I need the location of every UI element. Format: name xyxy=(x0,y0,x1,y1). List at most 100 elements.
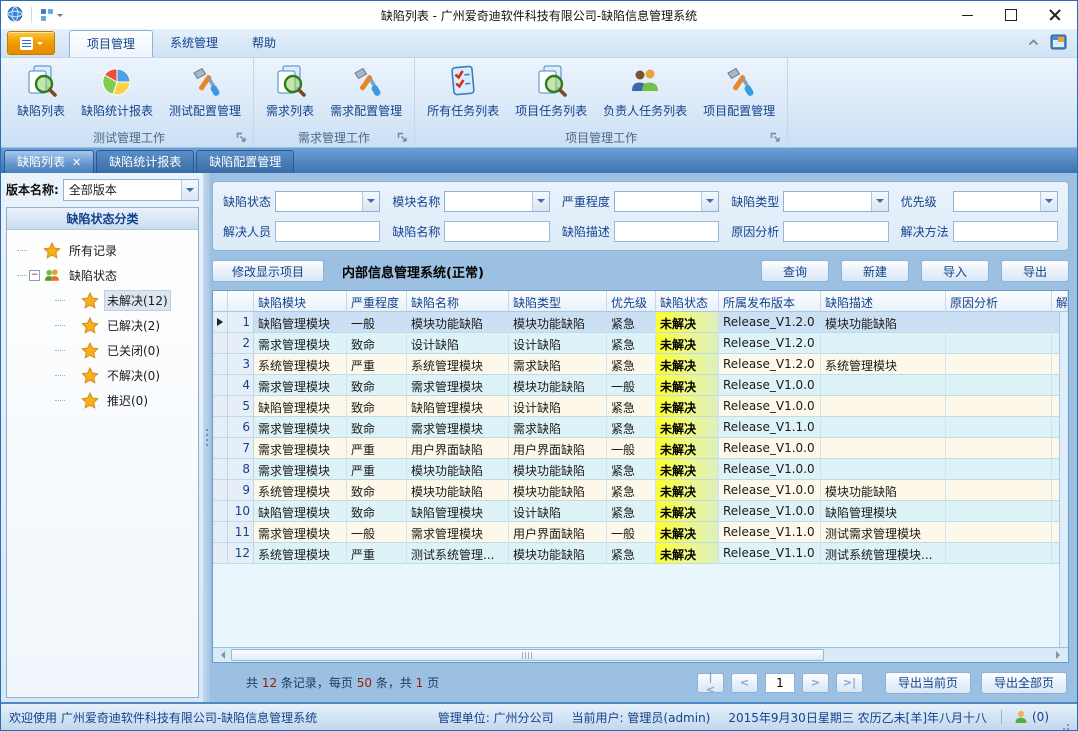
ribbon-button[interactable]: 负责人任务列表 xyxy=(596,61,694,126)
vertical-scrollbar[interactable] xyxy=(1059,312,1068,647)
column-header[interactable]: 缺陷模块 xyxy=(254,291,347,312)
ribbon-button[interactable]: 需求配置管理 xyxy=(323,61,409,126)
tree-item-label: 已解决(2) xyxy=(104,315,163,336)
filter-input[interactable] xyxy=(275,221,380,242)
filter-combobox[interactable] xyxy=(444,191,549,212)
table-row[interactable]: 3 系统管理模块 严重 系统管理模块 需求缺陷 紧急 未解决 Release_V… xyxy=(213,354,1068,375)
combo-arrow-icon[interactable] xyxy=(532,192,549,211)
ribbon-button[interactable]: 所有任务列表 xyxy=(420,61,506,126)
combo-arrow-icon[interactable] xyxy=(181,180,198,200)
action-button[interactable]: 导出 xyxy=(1001,260,1069,282)
filter-combobox[interactable] xyxy=(275,191,380,212)
tab-close-icon[interactable]: ✕ xyxy=(72,157,81,168)
tree-item[interactable]: 不解决(0) xyxy=(9,363,196,388)
table-row[interactable]: 9 系统管理模块 致命 模块功能缺陷 模块功能缺陷 紧急 未解决 Release… xyxy=(213,480,1068,501)
document-tab[interactable]: 缺陷配置管理 xyxy=(196,150,294,173)
filter-input[interactable] xyxy=(953,221,1058,242)
ribbon-tab[interactable]: 系统管理 xyxy=(153,30,235,57)
column-header[interactable]: 优先级 xyxy=(607,291,656,312)
table-row[interactable]: 5 缺陷管理模块 致命 缺陷管理模块 设计缺陷 紧急 未解决 Release_V… xyxy=(213,396,1068,417)
column-header[interactable]: 严重程度 xyxy=(347,291,407,312)
tree-item[interactable]: − 缺陷状态 xyxy=(9,263,196,288)
filter-input[interactable] xyxy=(783,221,888,242)
column-header[interactable]: 解决方法 xyxy=(1052,291,1068,312)
action-button[interactable]: 新建 xyxy=(841,260,909,282)
column-header[interactable]: 缺陷状态 xyxy=(656,291,719,312)
quick-access-toolbar-button[interactable] xyxy=(40,8,63,22)
table-row[interactable]: 8 需求管理模块 严重 模块功能缺陷 模块功能缺陷 紧急 未解决 Release… xyxy=(213,459,1068,480)
document-tab[interactable]: 缺陷统计报表 xyxy=(96,150,194,173)
collapse-ribbon-button[interactable] xyxy=(1027,36,1040,52)
tree-item[interactable]: 已解决(2) xyxy=(9,313,196,338)
table-row[interactable]: 2 需求管理模块 致命 设计缺陷 设计缺陷 紧急 未解决 Release_V1.… xyxy=(213,333,1068,354)
column-header[interactable]: 所属发布版本 xyxy=(719,291,821,312)
defect-status-tree: 所有记录 − 缺陷状态 xyxy=(7,230,198,421)
resize-grip[interactable] xyxy=(1059,720,1069,730)
dialog-launcher-button[interactable] xyxy=(236,132,247,143)
document-tab[interactable]: 缺陷列表 ✕ xyxy=(4,150,94,173)
status-cell: 未解决 xyxy=(656,375,719,396)
combo-arrow-icon[interactable] xyxy=(1040,192,1057,211)
ribbon-tab[interactable]: 帮助 xyxy=(235,30,293,57)
column-header[interactable]: 缺陷描述 xyxy=(821,291,946,312)
pager-prev-button[interactable]: < xyxy=(731,673,758,693)
filter-combobox[interactable] xyxy=(783,191,888,212)
application-menu-button[interactable] xyxy=(7,31,55,55)
ribbon-button[interactable]: 缺陷统计报表 xyxy=(74,61,160,126)
combo-arrow-icon[interactable] xyxy=(701,192,718,211)
export-all-pages-button[interactable]: 导出全部页 xyxy=(981,672,1067,694)
pager-first-button[interactable]: |< xyxy=(697,673,724,693)
table-row[interactable]: 1 缺陷管理模块 一般 模块功能缺陷 模块功能缺陷 紧急 未解决 Release… xyxy=(213,312,1068,333)
action-button[interactable]: 导入 xyxy=(921,260,989,282)
column-header[interactable]: 原因分析 xyxy=(946,291,1052,312)
help-button[interactable] xyxy=(1050,34,1067,53)
ribbon-button[interactable]: 项目配置管理 xyxy=(696,61,782,126)
table-row[interactable]: 12 系统管理模块 严重 测试系统管理... 模块功能缺陷 紧急 未解决 Rel… xyxy=(213,543,1068,564)
version-combobox[interactable]: 全部版本 xyxy=(63,179,199,201)
pager-last-button[interactable]: >| xyxy=(836,673,863,693)
splitter[interactable] xyxy=(203,173,210,702)
column-header[interactable]: 缺陷类型 xyxy=(509,291,607,312)
dialog-launcher-button[interactable] xyxy=(770,132,781,143)
maximize-button[interactable] xyxy=(989,1,1033,29)
priority-cell: 紧急 xyxy=(607,459,656,480)
tree-item[interactable]: 推迟(0) xyxy=(9,388,196,413)
filter-combobox[interactable] xyxy=(953,191,1058,212)
ribbon-button[interactable]: 测试配置管理 xyxy=(162,61,248,126)
table-row[interactable]: 6 需求管理模块 致命 需求管理模块 需求缺陷 紧急 未解决 Release_V… xyxy=(213,417,1068,438)
close-button[interactable] xyxy=(1033,1,1077,29)
dialog-launcher-button[interactable] xyxy=(397,132,408,143)
ribbon-tab[interactable]: 项目管理 xyxy=(69,30,153,57)
scrollbar-thumb[interactable] xyxy=(231,649,824,661)
tree-item[interactable]: 未解决(12) xyxy=(9,288,196,313)
filter-combobox[interactable] xyxy=(614,191,719,212)
tree-item[interactable]: 所有记录 xyxy=(9,238,196,263)
combo-arrow-icon[interactable] xyxy=(871,192,888,211)
action-button[interactable]: 查询 xyxy=(761,260,829,282)
combo-arrow-icon[interactable] xyxy=(362,192,379,211)
ribbon-button[interactable]: 需求列表 xyxy=(259,61,321,126)
export-current-page-button[interactable]: 导出当前页 xyxy=(885,672,971,694)
scrollbar-track[interactable] xyxy=(229,648,1052,662)
filter-input[interactable] xyxy=(444,221,549,242)
checklist-icon xyxy=(446,64,480,98)
person-icon[interactable] xyxy=(1014,710,1028,724)
ribbon-button[interactable]: 项目任务列表 xyxy=(508,61,594,126)
table-row[interactable]: 10 缺陷管理模块 致命 缺陷管理模块 设计缺陷 紧急 未解决 Release_… xyxy=(213,501,1068,522)
page-number-input[interactable] xyxy=(765,673,795,693)
tree-item[interactable]: 已关闭(0) xyxy=(9,338,196,363)
filter-input[interactable] xyxy=(614,221,719,242)
table-row[interactable]: 4 需求管理模块 致命 需求管理模块 模块功能缺陷 一般 未解决 Release… xyxy=(213,375,1068,396)
column-header[interactable]: 缺陷名称 xyxy=(407,291,509,312)
pager-next-button[interactable]: > xyxy=(802,673,829,693)
scroll-right-arrow-icon[interactable] xyxy=(1052,648,1068,662)
modify-display-button[interactable]: 修改显示项目 xyxy=(212,260,324,282)
ribbon-button[interactable]: 缺陷列表 xyxy=(10,61,72,126)
caret-down-icon xyxy=(57,14,63,20)
horizontal-scrollbar[interactable] xyxy=(213,647,1068,662)
minimize-button[interactable] xyxy=(945,1,989,29)
scroll-left-arrow-icon[interactable] xyxy=(213,648,229,662)
tree-expander[interactable]: − xyxy=(29,270,40,281)
table-row[interactable]: 11 需求管理模块 一般 需求管理模块 用户界面缺陷 一般 未解决 Releas… xyxy=(213,522,1068,543)
table-row[interactable]: 7 需求管理模块 严重 用户界面缺陷 用户界面缺陷 一般 未解决 Release… xyxy=(213,438,1068,459)
